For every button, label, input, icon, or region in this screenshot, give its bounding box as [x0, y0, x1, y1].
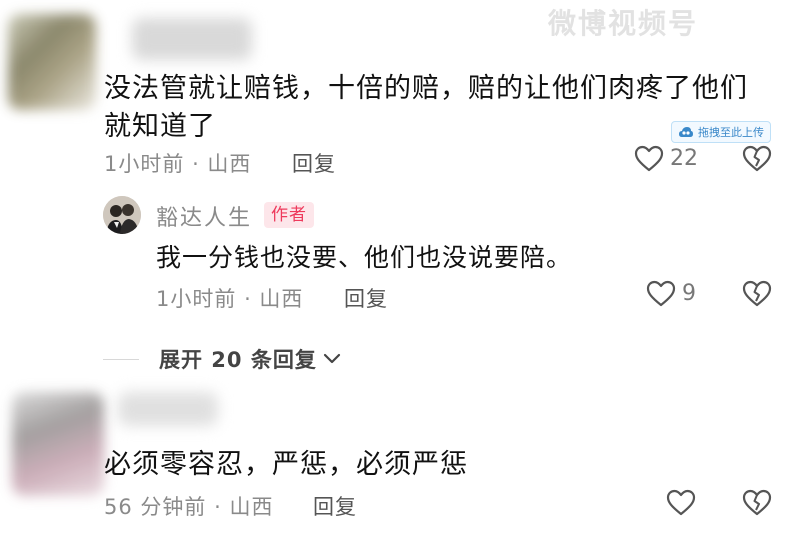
upload-badge-label: 拖拽至此上传: [698, 126, 764, 139]
reply-time: 1小时前: [156, 287, 237, 311]
heart-icon: [646, 280, 676, 307]
divider: [103, 358, 139, 360]
reply-location: 山西: [259, 287, 304, 311]
heart-icon[interactable]: [666, 489, 696, 516]
reply-text: 我一分钱也没要、他们也没说要陪。: [156, 243, 573, 272]
broken-heart-icon[interactable]: [742, 280, 772, 307]
reply-button[interactable]: 回复: [344, 283, 388, 313]
comment-meta: 56 分钟前 · 山西: [104, 491, 273, 521]
expand-replies-button[interactable]: 展开 20 条回复: [103, 344, 341, 374]
watermark: 微博视频号: [548, 2, 698, 42]
cloud-upload-icon: [678, 126, 694, 139]
comment-location: 山西: [229, 495, 274, 519]
watermark-text: 微博视频号: [548, 7, 699, 40]
broken-heart-icon[interactable]: [742, 489, 772, 516]
reply-meta: 1小时前 · 山西: [156, 283, 303, 313]
comment-time: 56 分钟前: [104, 495, 207, 519]
upload-badge[interactable]: 拖拽至此上传: [671, 121, 771, 143]
comment-time: 1小时前: [104, 152, 185, 176]
username-blurred[interactable]: [118, 392, 218, 426]
comment-meta: 1小时前 · 山西: [104, 148, 251, 178]
like-button[interactable]: 9: [646, 280, 696, 307]
broken-heart-icon[interactable]: [742, 145, 772, 172]
heart-icon: [634, 145, 664, 172]
like-count: 9: [682, 281, 696, 306]
expand-replies-label: 展开 20 条回复: [159, 348, 317, 372]
comment-text: 没法管就让赔钱，十倍的赔，赔的让他们肉疼了他们 就知道了: [104, 70, 748, 146]
reply-button[interactable]: 回复: [292, 148, 336, 178]
avatar[interactable]: [8, 14, 96, 110]
comment-text-line: 就知道了: [104, 111, 216, 142]
meta-separator: ·: [214, 495, 230, 519]
author-tag: 作者: [264, 202, 314, 228]
comment-text: 必须零容忍，严惩，必须严惩: [104, 449, 468, 480]
reply-button[interactable]: 回复: [313, 491, 357, 521]
author-name[interactable]: 豁达人生: [156, 200, 252, 232]
meta-separator: ·: [244, 287, 260, 311]
username-blurred[interactable]: [132, 18, 252, 60]
comment-location: 山西: [207, 152, 252, 176]
like-button[interactable]: 22: [634, 145, 698, 172]
meta-separator: ·: [192, 152, 208, 176]
like-count: 22: [670, 146, 698, 171]
author-avatar[interactable]: [103, 196, 141, 234]
chevron-down-icon: [323, 353, 341, 365]
avatar[interactable]: [12, 392, 104, 496]
comment-text-line: 没法管就让赔钱，十倍的赔，赔的让他们肉疼了他们: [104, 73, 748, 104]
